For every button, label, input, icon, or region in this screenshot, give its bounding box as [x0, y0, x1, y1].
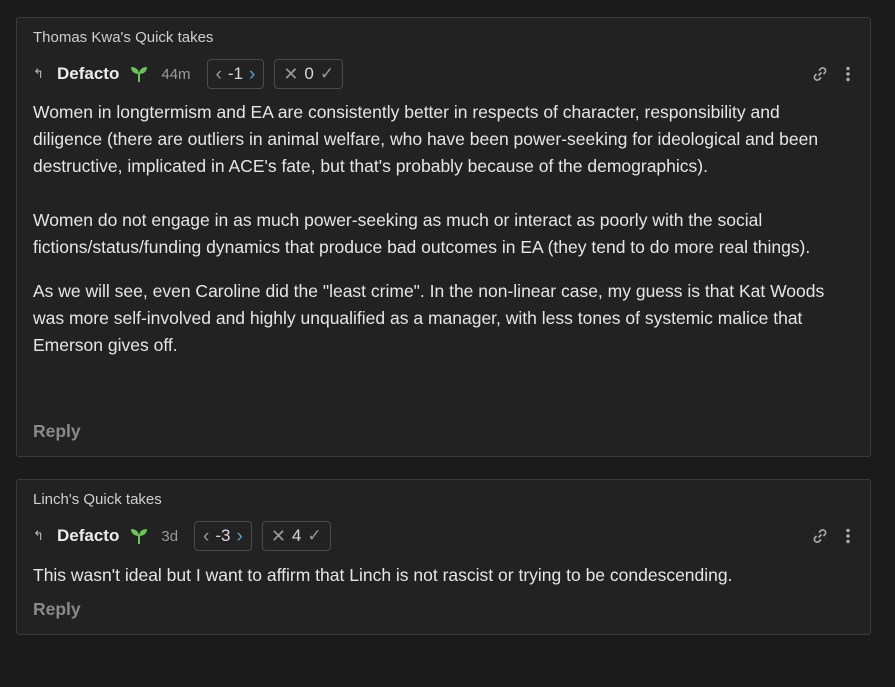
- agreement-vote: ✕ 0 ✓: [274, 59, 344, 89]
- author-name[interactable]: Defacto: [57, 526, 119, 546]
- agree-check-icon[interactable]: ✓: [307, 526, 321, 546]
- link-icon[interactable]: [810, 64, 830, 84]
- agreement-score: 4: [291, 526, 302, 545]
- agree-check-icon[interactable]: ✓: [320, 64, 334, 84]
- comment-card: Linch's Quick takes ↰ Defacto 3d ‹ -3 › …: [16, 479, 871, 635]
- author-name[interactable]: Defacto: [57, 64, 119, 84]
- disagree-x-icon[interactable]: ✕: [271, 526, 286, 547]
- more-options-icon[interactable]: [838, 64, 858, 84]
- comment-meta: ↰ Defacto 44m ‹ -1 › ✕ 0 ✓: [33, 58, 858, 90]
- comment-paragraph: As we will see, even Caroline did the "l…: [33, 281, 825, 355]
- new-user-sprout-icon: [129, 527, 149, 545]
- karma-score: -3: [215, 526, 231, 545]
- post-title-link[interactable]: Linch's Quick takes: [33, 491, 162, 508]
- link-icon[interactable]: [810, 526, 830, 546]
- karma-vote: ‹ -3 ›: [194, 521, 252, 551]
- comment-paragraph: This wasn't ideal but I want to affirm t…: [33, 565, 733, 585]
- comment-body: This wasn't ideal but I want to affirm t…: [33, 562, 848, 589]
- comment-timestamp[interactable]: 3d: [161, 528, 178, 545]
- new-user-sprout-icon: [129, 65, 149, 83]
- post-title-link[interactable]: Thomas Kwa's Quick takes: [33, 29, 213, 46]
- reply-button[interactable]: Reply: [33, 421, 81, 442]
- downvote-chevron-icon[interactable]: ‹: [203, 527, 209, 546]
- parent-comment-icon[interactable]: ↰: [33, 528, 51, 544]
- karma-score: -1: [227, 64, 243, 83]
- reply-button[interactable]: Reply: [33, 599, 81, 620]
- downvote-chevron-icon[interactable]: ‹: [216, 65, 222, 84]
- karma-vote: ‹ -1 ›: [206, 59, 265, 89]
- comment-paragraph: Women do not engage in as much power-see…: [33, 210, 811, 257]
- comment-body: Women in longtermism and EA are consiste…: [33, 99, 848, 359]
- parent-comment-icon[interactable]: ↰: [33, 66, 51, 82]
- comment-card: Thomas Kwa's Quick takes ↰ Defacto 44m ‹…: [16, 17, 871, 457]
- agreement-vote: ✕ 4 ✓: [261, 521, 331, 551]
- upvote-chevron-icon[interactable]: ›: [249, 65, 255, 84]
- agreement-score: 0: [304, 64, 314, 83]
- comment-timestamp[interactable]: 44m: [161, 66, 190, 83]
- comment-meta: ↰ Defacto 3d ‹ -3 › ✕ 4 ✓: [33, 520, 858, 552]
- upvote-chevron-icon[interactable]: ›: [237, 527, 243, 546]
- comment-paragraph: Women in longtermism and EA are consiste…: [33, 102, 819, 176]
- disagree-x-icon[interactable]: ✕: [283, 64, 298, 85]
- more-options-icon[interactable]: [838, 526, 858, 546]
